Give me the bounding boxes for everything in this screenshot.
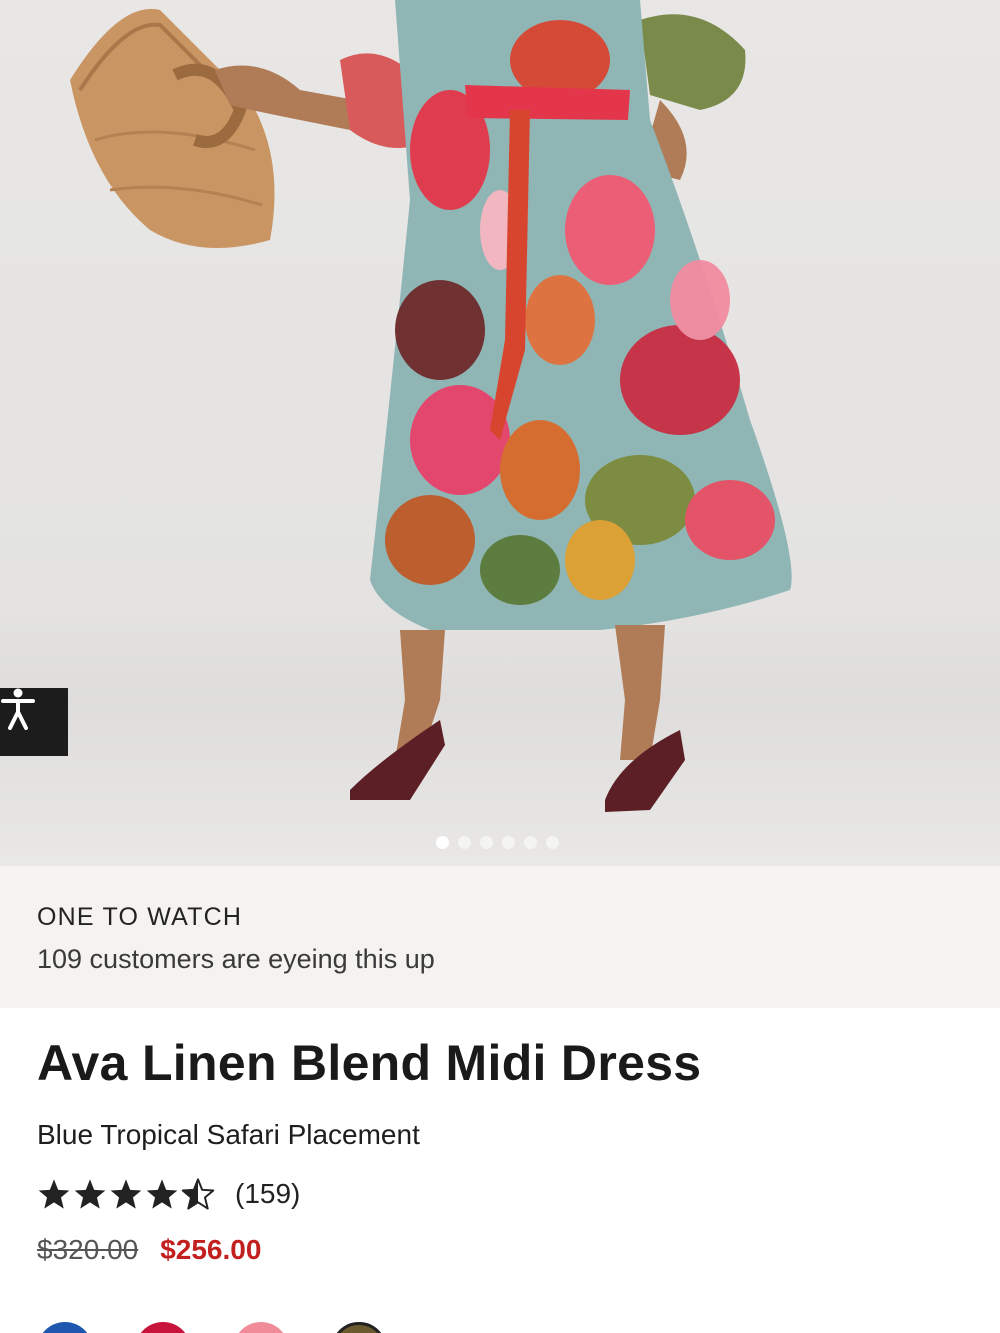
star-full-icon xyxy=(109,1178,143,1210)
star-full-icon xyxy=(145,1178,179,1210)
color-swatch[interactable] xyxy=(331,1322,387,1333)
review-count[interactable]: (159) xyxy=(235,1178,300,1210)
carousel-dot[interactable] xyxy=(546,836,559,849)
star-rating xyxy=(37,1178,215,1210)
banner-subtitle: 109 customers are eyeing this up xyxy=(37,944,435,974)
product-photo xyxy=(70,0,792,812)
carousel-pagination xyxy=(436,836,559,849)
product-variant: Blue Tropical Safari Placement xyxy=(37,1119,420,1150)
star-half-icon xyxy=(181,1178,215,1210)
carousel-dot[interactable] xyxy=(524,836,537,849)
banner-title: ONE TO WATCH xyxy=(37,903,243,931)
sale-price: $256.00 xyxy=(160,1234,262,1265)
color-swatch[interactable] xyxy=(37,1322,93,1333)
price-block: $320.00 $256.00 xyxy=(37,1234,967,1266)
woven-bag xyxy=(70,8,275,248)
color-swatch[interactable] xyxy=(135,1322,191,1333)
product-image-gallery[interactable] xyxy=(0,0,1000,866)
carousel-dot[interactable] xyxy=(480,836,493,849)
product-info: Ava Linen Blend Midi Dress Blue Tropical… xyxy=(37,1030,967,1266)
star-full-icon xyxy=(37,1178,71,1210)
color-swatches xyxy=(37,1322,387,1333)
accessibility-person-icon xyxy=(1,688,35,730)
star-full-icon xyxy=(73,1178,107,1210)
carousel-dot[interactable] xyxy=(458,836,471,849)
carousel-dot[interactable] xyxy=(436,836,449,849)
accessibility-button[interactable] xyxy=(0,688,68,756)
rating-summary[interactable]: (159) xyxy=(37,1174,967,1214)
color-swatch[interactable] xyxy=(233,1322,289,1333)
carousel-dot[interactable] xyxy=(502,836,515,849)
popularity-banner: ONE TO WATCH 109 customers are eyeing th… xyxy=(0,866,1000,1008)
product-title: Ava Linen Blend Midi Dress xyxy=(37,1035,702,1091)
original-price: $320.00 xyxy=(37,1234,139,1265)
